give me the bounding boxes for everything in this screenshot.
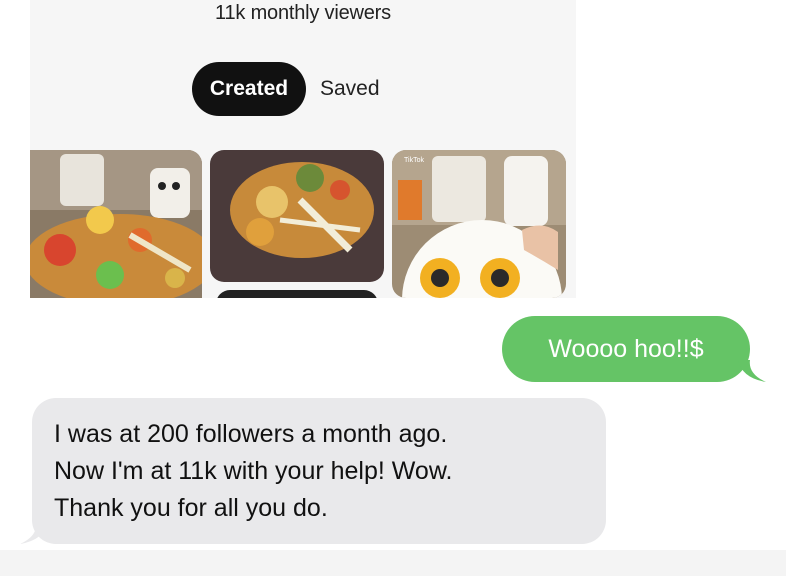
pin-thumbnail-sunflower-plate[interactable]: TikTok — [392, 150, 566, 298]
pin-thumbnail-partial[interactable] — [216, 290, 378, 298]
tab-saved[interactable]: Saved — [320, 62, 380, 116]
pin-thumbnail-charcuterie[interactable] — [30, 150, 202, 298]
tiktok-watermark: TikTok — [404, 157, 424, 164]
bottom-bar — [0, 550, 786, 576]
incoming-message-bubble[interactable]: I was at 200 followers a month ago. Now … — [32, 398, 606, 544]
incoming-message-line: Now I'm at 11k with your help! Wow. — [54, 457, 453, 485]
monthly-viewers-text: 11k monthly viewers — [215, 2, 391, 24]
pin-thumbnail-skeleton-board[interactable] — [210, 150, 384, 282]
outgoing-message-text: Woooo hoo!!$ — [548, 334, 704, 363]
incoming-bubble-tail — [20, 522, 48, 544]
outgoing-message-bubble[interactable]: Woooo hoo!!$ — [502, 316, 750, 382]
outgoing-bubble-tail — [738, 360, 766, 382]
incoming-message-line: I was at 200 followers a month ago. — [54, 420, 448, 448]
incoming-message-text: I was at 200 followers a month ago. Now … — [54, 416, 452, 527]
tab-created[interactable]: Created — [192, 62, 306, 116]
profile-screenshot-image[interactable]: 11k monthly viewers Created Saved TikTok — [30, 0, 576, 298]
incoming-message-line: Thank you for all you do. — [54, 494, 328, 522]
